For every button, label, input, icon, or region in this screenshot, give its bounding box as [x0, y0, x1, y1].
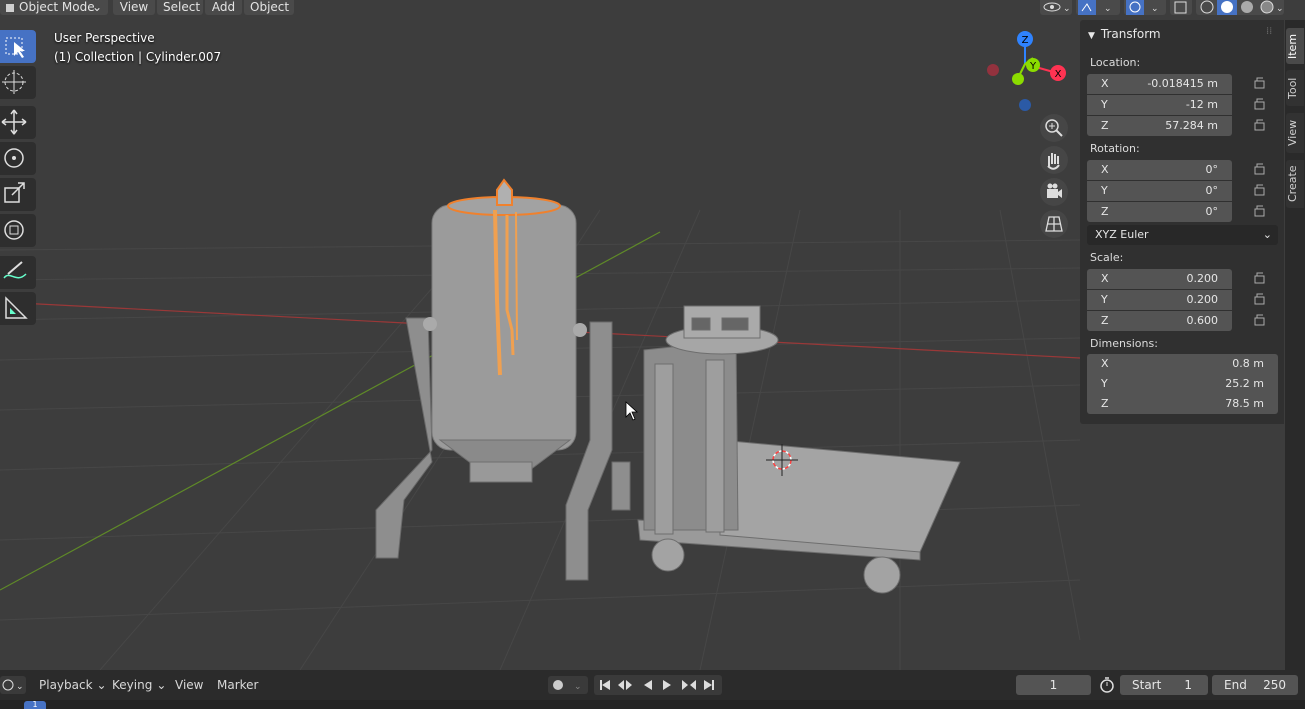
xray-toggle-icon[interactable]	[1170, 0, 1192, 15]
end-frame-field[interactable]: End 250	[1212, 675, 1298, 695]
lock-icon	[1254, 187, 1265, 196]
current-frame-field[interactable]: 1	[1016, 675, 1091, 695]
marker-menu[interactable]: Marker	[217, 675, 258, 695]
tab-item[interactable]: Item	[1286, 28, 1304, 64]
chevron-down-icon: ⌄	[91, 0, 102, 14]
tab-create[interactable]: Create	[1286, 160, 1304, 208]
chevron-down-icon: ⌄	[156, 678, 167, 692]
playhead[interactable]: 1	[24, 701, 46, 709]
move-tool[interactable]	[0, 106, 36, 139]
gizmo-toggle-icon[interactable]: ⌄	[1076, 0, 1120, 15]
view-name: User Perspective	[54, 31, 155, 45]
gizmo-x-label: X	[1055, 69, 1062, 80]
auto-keying-toggle[interactable]: ⌄	[548, 676, 588, 694]
svg-text:⌄: ⌄	[1276, 4, 1284, 14]
wireframe-shading-icon	[1200, 0, 1214, 14]
annotate-tool[interactable]	[0, 256, 36, 289]
svg-text:⌄: ⌄	[574, 682, 582, 692]
svg-text:⌄: ⌄	[16, 682, 24, 692]
start-frame-field[interactable]: Start 1	[1120, 675, 1208, 695]
playback-controls[interactable]	[594, 675, 722, 695]
menu-select[interactable]: Select	[157, 0, 203, 15]
jump-start-icon	[600, 680, 602, 690]
lock-icon	[1254, 101, 1265, 110]
lock-icon	[1254, 317, 1265, 326]
navigation-gizmo[interactable]: Z Y X	[980, 28, 1070, 118]
lock-icon	[1254, 275, 1265, 284]
rotation-mode-select[interactable]: XYZ Euler ⌄	[1087, 225, 1278, 245]
scale-x-field[interactable]: X 0.200	[1087, 269, 1232, 289]
gizmo-y-label: Y	[1029, 61, 1037, 72]
solid-shading-icon	[1221, 1, 1233, 13]
zoom-icon[interactable]	[1040, 114, 1068, 142]
select-box-tool[interactable]	[0, 30, 36, 63]
rotation-label: Rotation:	[1090, 142, 1140, 155]
stopwatch-icon[interactable]	[1098, 676, 1116, 697]
scale-tool[interactable]	[0, 178, 36, 211]
grid-perspective-icon[interactable]	[1040, 210, 1068, 238]
collapse-triangle-icon: ▼	[1088, 31, 1095, 41]
visibility-eye-icon[interactable]: ⌄	[1040, 0, 1072, 15]
lock-icon	[1254, 296, 1265, 305]
object-mode-icon	[6, 3, 14, 12]
rendered-shading-icon	[1260, 0, 1274, 14]
camera-icon[interactable]	[1040, 178, 1068, 206]
location-x-field[interactable]: X -0.018415 m	[1087, 74, 1232, 94]
location-label: Location:	[1090, 56, 1141, 69]
lock-icon	[1254, 166, 1265, 175]
lock-icon	[1254, 80, 1265, 89]
drag-handle-icon[interactable]: ⁞⁞	[1266, 26, 1272, 37]
menu-view[interactable]: View	[113, 0, 155, 15]
editor-type-icon[interactable]: ⌄	[0, 676, 26, 694]
tab-view[interactable]: View	[1286, 113, 1304, 153]
dimensions-y-field[interactable]: Y 25.2 m	[1087, 374, 1278, 394]
rotate-tool[interactable]	[0, 142, 36, 175]
scale-z-field[interactable]: Z 0.600	[1087, 311, 1232, 331]
measure-tool[interactable]	[0, 292, 36, 325]
timeline-view-menu[interactable]: View	[175, 675, 203, 695]
svg-text:⌄: ⌄	[1104, 4, 1112, 14]
menu-add[interactable]: Add	[205, 0, 242, 15]
transform-header[interactable]: ▼ Transform	[1088, 27, 1161, 41]
location-z-field[interactable]: Z 57.284 m	[1087, 116, 1232, 136]
lock-icons[interactable]	[1252, 76, 1268, 336]
location-y-field[interactable]: Y -12 m	[1087, 95, 1232, 115]
dimensions-x-field[interactable]: X 0.8 m	[1087, 354, 1278, 374]
rotation-y-field[interactable]: Y 0°	[1087, 181, 1232, 201]
chevron-down-icon: ⌄	[96, 678, 107, 692]
transform-tool[interactable]	[0, 214, 36, 247]
svg-text:⌄: ⌄	[1063, 4, 1071, 14]
rotation-z-field[interactable]: Z 0°	[1087, 202, 1232, 222]
overlay-toggle-icon[interactable]: ⌄	[1124, 0, 1166, 15]
mode-select[interactable]: Object Mode ⌄	[0, 0, 108, 15]
playback-menu[interactable]: Playback ⌄	[39, 675, 107, 695]
material-shading-icon	[1241, 1, 1253, 13]
tab-tool[interactable]: Tool	[1286, 70, 1304, 106]
dimensions-label: Dimensions:	[1090, 337, 1158, 350]
keying-menu[interactable]: Keying ⌄	[112, 675, 166, 695]
collection-object-label: (1) Collection | Cylinder.007	[54, 50, 222, 64]
shading-modes[interactable]: ⌄	[1196, 0, 1284, 15]
menu-object[interactable]: Object	[244, 0, 294, 15]
dimensions-z-field[interactable]: Z 78.5 m	[1087, 394, 1278, 414]
scale-y-field[interactable]: Y 0.200	[1087, 290, 1232, 310]
svg-text:⌄: ⌄	[1151, 4, 1159, 14]
lock-icon	[1254, 208, 1265, 217]
timeline-ruler[interactable]	[0, 700, 1305, 709]
rotation-x-field[interactable]: X 0°	[1087, 160, 1232, 180]
gizmo-z-label: Z	[1022, 35, 1029, 46]
record-icon	[553, 680, 563, 690]
tank[interactable]	[423, 178, 587, 483]
lock-icon	[1254, 122, 1265, 131]
scale-label: Scale:	[1090, 251, 1124, 264]
cursor-tool[interactable]	[0, 66, 36, 99]
pan-hand-icon[interactable]	[1040, 146, 1068, 174]
